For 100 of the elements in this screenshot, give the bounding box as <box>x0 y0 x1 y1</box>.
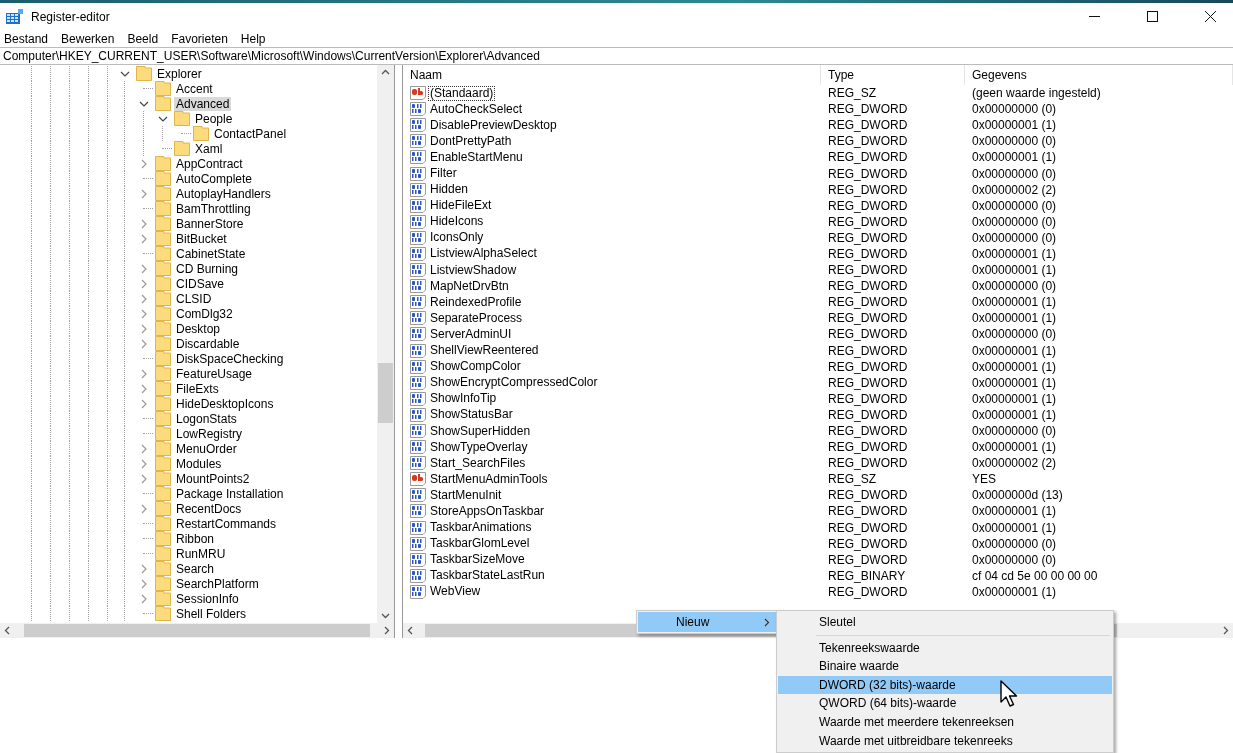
column-header[interactable]: Gegevens <box>965 65 1233 85</box>
value-name[interactable]: ShowEncryptCompressedColor <box>428 375 600 391</box>
tree-item[interactable]: CabinetState <box>174 246 248 261</box>
value-name[interactable]: TaskbarStateLastRun <box>428 568 547 584</box>
value-name[interactable]: IconsOnly <box>428 230 486 246</box>
value-name[interactable]: ShowInfoTip <box>428 391 499 407</box>
scroll-right-icon[interactable] <box>384 626 390 635</box>
tree-item[interactable]: ContactPanel <box>212 126 289 141</box>
tree-item[interactable]: AutoplayHandlers <box>174 186 273 201</box>
tree-item[interactable]: Explorer <box>155 66 204 81</box>
tree-item[interactable]: Shell Folders <box>174 606 249 621</box>
scrollbar[interactable] <box>377 65 394 623</box>
value-name[interactable]: SeparateProcess <box>428 310 525 326</box>
menu-item[interactable]: Beeld <box>127 31 159 46</box>
value-name[interactable]: ShowStatusBar <box>428 407 515 423</box>
value-name[interactable]: StoreAppsOnTaskbar <box>428 504 547 519</box>
tree-item[interactable]: Xaml <box>193 141 225 156</box>
value-name[interactable]: ReindexedProfile <box>428 294 524 310</box>
scroll-right-icon[interactable] <box>1223 626 1229 635</box>
tree-item[interactable]: RestartCommands <box>174 516 279 531</box>
menu-item[interactable]: Binaire waarde <box>778 657 1112 676</box>
tree-item[interactable]: AutoComplete <box>174 171 255 186</box>
tree-item[interactable]: People <box>193 111 235 126</box>
value-name[interactable]: ShowSuperHidden <box>428 423 533 439</box>
value-name[interactable]: TaskbarGlomLevel <box>428 536 532 552</box>
tree-item[interactable]: Package Installation <box>174 486 286 501</box>
value-name[interactable]: HideFileExt <box>428 198 494 214</box>
scroll-left-icon[interactable] <box>407 626 413 635</box>
value-name[interactable]: TaskbarAnimations <box>428 520 534 536</box>
registry-icon <box>6 8 24 25</box>
value-name[interactable]: HideIcons <box>428 214 486 230</box>
tree-item[interactable]: CD Burning <box>174 261 241 276</box>
value-name[interactable]: MapNetDrvBtn <box>428 278 511 294</box>
scrollbar-thumb[interactable] <box>378 363 393 423</box>
value-name[interactable]: ServerAdminUI <box>428 326 514 342</box>
value-name[interactable]: ListviewAlphaSelect <box>428 246 539 262</box>
tree-item[interactable]: LogonStats <box>174 411 239 426</box>
value-name[interactable]: ShellViewReentered <box>428 343 541 359</box>
tree-item[interactable]: Modules <box>174 456 224 471</box>
value-name[interactable]: ListviewShadow <box>428 262 519 278</box>
value-name[interactable]: StartMenuInit <box>428 487 504 503</box>
tree-item[interactable]: MenuOrder <box>174 441 239 456</box>
tree-item[interactable]: DiskSpaceChecking <box>174 351 286 366</box>
tree-item[interactable]: RecentDocs <box>174 501 244 516</box>
scroll-up-icon[interactable] <box>381 69 390 75</box>
menu-item[interactable]: DWORD (32 bits)-waarde <box>778 675 1112 695</box>
value-name[interactable]: ShowCompColor <box>428 359 523 375</box>
value-name[interactable]: DisablePreviewDesktop <box>428 117 559 133</box>
value-name[interactable]: StartMenuAdminTools <box>428 471 550 487</box>
tree-item[interactable]: BamThrottling <box>174 201 253 216</box>
value-name[interactable]: EnableStartMenu <box>428 149 525 165</box>
tree-item[interactable]: SessionInfo <box>174 591 241 606</box>
value-name[interactable]: ShowTypeOverlay <box>428 439 530 455</box>
value-name[interactable]: DontPrettyPath <box>428 133 514 149</box>
menu-item[interactable]: Nieuw <box>638 612 778 632</box>
column-header[interactable]: Type <box>821 65 965 85</box>
tree-item[interactable]: RunMRU <box>174 546 228 561</box>
tree-item[interactable]: Advanced <box>174 96 232 111</box>
value-name[interactable]: Start_SearchFiles <box>428 455 528 471</box>
tree-item[interactable]: Discardable <box>174 336 242 351</box>
table-cell-text: REG_DWORD <box>827 198 909 213</box>
menu-item[interactable]: Help <box>240 31 266 46</box>
tree-item[interactable]: CLSID <box>174 291 214 306</box>
scrollbar-thumb[interactable] <box>24 624 370 637</box>
tree-item[interactable]: Desktop <box>174 321 223 336</box>
tree-item[interactable]: FileExts <box>174 381 221 396</box>
menu-item[interactable]: Sleutel <box>778 613 1112 632</box>
menu-item[interactable]: Waarde met meerdere tekenreeksen <box>778 712 1112 732</box>
menu-item[interactable]: Waarde met uitbreidbare tekenreeks <box>778 731 1112 751</box>
menu-item[interactable]: Favorieten <box>171 31 228 46</box>
tree-item[interactable]: MountPoints2 <box>174 471 252 486</box>
scroll-down-icon[interactable] <box>381 613 390 619</box>
menu-item[interactable]: Bewerken <box>61 31 115 46</box>
tree-item[interactable]: FeatureUsage <box>174 366 255 381</box>
value-name[interactable]: TaskbarSizeMove <box>428 552 527 568</box>
address-field[interactable]: Computer\HKEY_CURRENT_USER\Software\Microsoft\Windows\CurrentVersion\Explorer\Advanced <box>0 47 1233 65</box>
value-name[interactable]: Filter <box>428 166 459 181</box>
value-name[interactable]: (Standaard) <box>428 85 496 101</box>
tree-item[interactable]: Ribbon <box>174 531 217 546</box>
tree-item[interactable]: Search <box>174 561 217 576</box>
value-name[interactable]: AutoCheckSelect <box>428 101 525 117</box>
scrollbar[interactable] <box>0 623 394 638</box>
tree-item[interactable]: AppContract <box>174 156 245 171</box>
tree-item[interactable]: HideDesktopIcons <box>174 396 276 411</box>
column-header[interactable]: Naam <box>403 65 821 85</box>
scroll-left-icon[interactable] <box>4 626 10 635</box>
tree-item[interactable]: CIDSave <box>174 276 227 291</box>
menu-item[interactable]: Tekenreekswaarde <box>778 638 1112 658</box>
tree-item[interactable]: ComDlg32 <box>174 306 235 321</box>
value-name[interactable]: WebView <box>428 584 483 600</box>
tree-item[interactable]: BitBucket <box>174 231 229 246</box>
tree-item[interactable]: BannerStore <box>174 216 246 231</box>
value-name[interactable]: Hidden <box>428 182 471 198</box>
tree-item[interactable]: LowRegistry <box>174 426 245 441</box>
tree-item[interactable]: Accent <box>174 81 215 96</box>
menu-item[interactable]: Bestand <box>4 31 49 46</box>
binary-value-icon <box>410 391 426 406</box>
menu-item[interactable]: QWORD (64 bits)-waarde <box>778 694 1112 713</box>
tree-item[interactable]: SearchPlatform <box>174 576 261 591</box>
folder-icon <box>155 591 171 606</box>
